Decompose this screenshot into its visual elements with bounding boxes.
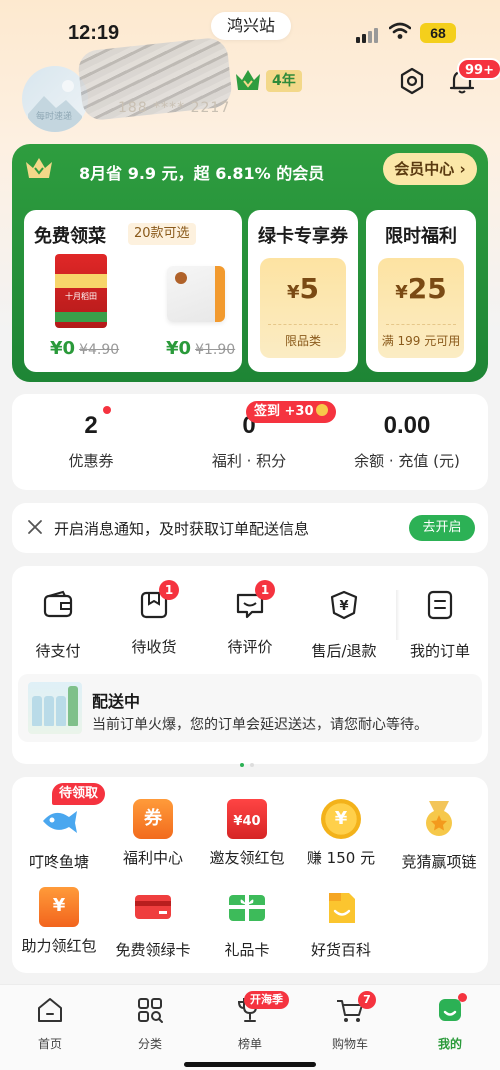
coupon-condition: 限品类 xyxy=(284,334,321,348)
wallet-icon xyxy=(43,590,73,618)
cart-count-badge: 7 xyxy=(358,991,376,1009)
coin-icon: ¥ xyxy=(321,799,361,839)
profile-dot xyxy=(458,993,467,1002)
green-card-coupon-title: 绿卡专享券 xyxy=(258,226,348,247)
free-veg-tag: 20款可选 xyxy=(128,223,196,245)
badge-count: 1 xyxy=(159,580,179,600)
avatar-image xyxy=(28,80,82,132)
order-after-sales[interactable]: ¥ 售后/退款 xyxy=(304,588,384,661)
settings-icon[interactable] xyxy=(397,66,427,96)
service-guess-necklace[interactable]: 竞猜赢项链 xyxy=(392,799,486,872)
welfare-coupon-icon: 券 xyxy=(133,799,173,839)
service-gift-card[interactable]: 礼品卡 xyxy=(200,887,294,960)
free-veg-title: 免费领菜 xyxy=(34,226,106,247)
category-icon xyxy=(138,998,163,1023)
service-earn-150[interactable]: ¥ 赚 150 元 xyxy=(294,799,388,868)
order-pending-review[interactable]: 1 待评价 xyxy=(210,580,290,657)
gift-card-icon xyxy=(229,895,265,921)
service-invite-red-packet[interactable]: ¥40 邀友领红包 xyxy=(200,799,294,868)
limited-welfare-panel[interactable]: 限时福利 ¥25 满 199 元可用 xyxy=(366,210,476,372)
medal-icon xyxy=(426,801,452,836)
tab-profile[interactable]: 我的 xyxy=(400,995,500,1052)
member-center-button[interactable]: 会员中心 › xyxy=(383,153,477,185)
battery-indicator: 68 xyxy=(420,23,456,43)
help-red-packet-icon: ¥ xyxy=(39,887,79,927)
close-icon[interactable] xyxy=(26,518,44,536)
wifi-icon xyxy=(389,22,411,39)
card-icon xyxy=(135,895,171,919)
my-orders[interactable]: 我的订单 xyxy=(400,588,480,661)
fish-icon xyxy=(43,811,77,833)
order-pending-receipt[interactable]: 1 待收货 xyxy=(114,580,194,657)
phone-masked: 188 **** 2217 xyxy=(118,100,231,116)
services-grid: 叮咚鱼塘 待领取 券 福利中心 ¥40 邀友领红包 ¥ 赚 150 元 竞猜赢项… xyxy=(12,777,488,973)
service-welfare-center[interactable]: 券 福利中心 xyxy=(106,799,200,868)
signal-icon xyxy=(356,27,380,43)
clock: 12:19 xyxy=(68,22,120,44)
service-free-green-card[interactable]: 免费领绿卡 xyxy=(106,887,200,960)
orders-card: 待支付 1 待收货 1 待评价 ¥ 售后/退款 我的订单 配送中 当前订单火爆，… xyxy=(12,566,488,767)
member-years-badge: 4年 xyxy=(266,70,302,92)
crown-icon xyxy=(236,70,260,90)
pending-claim-badge: 待领取 xyxy=(52,783,106,805)
rice-product-label: 十月稻田 xyxy=(65,292,97,301)
avatar[interactable] xyxy=(22,66,88,132)
tab-category[interactable]: 分类 xyxy=(100,995,200,1052)
home-indicator xyxy=(184,1062,316,1067)
account-stats: 2 优惠券 0 福利 · 积分 签到 +30 0.00 余额 · 充值 (元) xyxy=(12,394,488,490)
badge-count: 1 xyxy=(255,580,275,600)
member-savings-text: 8月省 9.9 元，超 6.81% 的会员 xyxy=(79,164,325,183)
bread-product-image[interactable] xyxy=(167,266,225,322)
coupon-5[interactable]: ¥5 限品类 xyxy=(260,258,346,358)
free-vegetables-panel[interactable]: 免费领菜 20款可选 十月稻田 ¥0 ¥4.90 ¥0 ¥1.90 xyxy=(24,210,242,372)
enable-notification-button[interactable]: 去开启 xyxy=(409,515,475,541)
delivery-status[interactable]: 配送中 当前订单火爆，您的订单会延迟送达，请您耐心等待。 xyxy=(18,674,482,742)
carousel-indicator xyxy=(240,752,260,771)
delivery-title: 配送中 xyxy=(92,692,141,711)
order-pending-payment[interactable]: 待支付 xyxy=(18,588,98,661)
product-price-2: ¥0 ¥1.90 xyxy=(166,338,236,359)
rankings-badge: 开海季 xyxy=(244,991,289,1009)
notification-bar: 开启消息通知，及时获取订单配送信息 去开启 xyxy=(12,503,488,553)
rice-product-image[interactable]: 十月稻田 xyxy=(55,254,107,328)
limited-welfare-title: 限时福利 xyxy=(385,226,457,247)
delivery-desc: 当前订单火爆，您的订单会延迟送达，请您耐心等待。 xyxy=(92,717,428,733)
balance-stat[interactable]: 0.00 余额 · 充值 (元) xyxy=(328,412,486,471)
service-help-red-packet[interactable]: ¥ 助力领红包 xyxy=(12,887,106,956)
home-icon xyxy=(38,998,62,1022)
status-bar: 12:19 鸿兴站 68 xyxy=(0,0,500,60)
coupon-condition: 满 199 元可用 xyxy=(381,334,461,348)
notification-count-badge: 99+ xyxy=(457,58,500,80)
tab-bar: 首页 分类 榜单 开海季 购物车 7 我的 xyxy=(0,984,500,1070)
tab-home[interactable]: 首页 xyxy=(0,995,100,1052)
coupon-25[interactable]: ¥25 满 199 元可用 xyxy=(378,258,464,358)
membership-card[interactable]: 8月省 9.9 元，超 6.81% 的会员 会员中心 › 免费领菜 20款可选 … xyxy=(12,144,488,382)
coupons-stat[interactable]: 2 优惠券 xyxy=(12,412,170,471)
signin-badge[interactable]: 签到 +30 xyxy=(246,401,336,423)
product-thumbnail xyxy=(28,682,82,734)
coupons-dot xyxy=(103,406,111,414)
avatar-caption: 每时速递 xyxy=(36,112,73,122)
order-list-icon xyxy=(427,590,453,620)
notification-text: 开启消息通知，及时获取订单配送信息 xyxy=(54,520,310,538)
refund-icon: ¥ xyxy=(330,590,358,620)
service-fish-pond[interactable]: 叮咚鱼塘 xyxy=(12,799,106,872)
encyclopedia-icon xyxy=(329,893,355,923)
coin-icon xyxy=(315,404,328,416)
tab-cart[interactable]: 购物车 xyxy=(300,995,400,1052)
service-encyclopedia[interactable]: 好货百科 xyxy=(294,887,388,960)
green-card-coupon-panel[interactable]: 绿卡专享券 ¥5 限品类 xyxy=(248,210,358,372)
station-selector[interactable]: 鸿兴站 xyxy=(211,12,292,40)
red-packet-icon: ¥40 xyxy=(227,799,267,839)
svg-text:¥: ¥ xyxy=(339,599,348,614)
product-price-1: ¥0 ¥4.90 xyxy=(50,338,120,359)
member-crown-icon xyxy=(26,158,52,178)
